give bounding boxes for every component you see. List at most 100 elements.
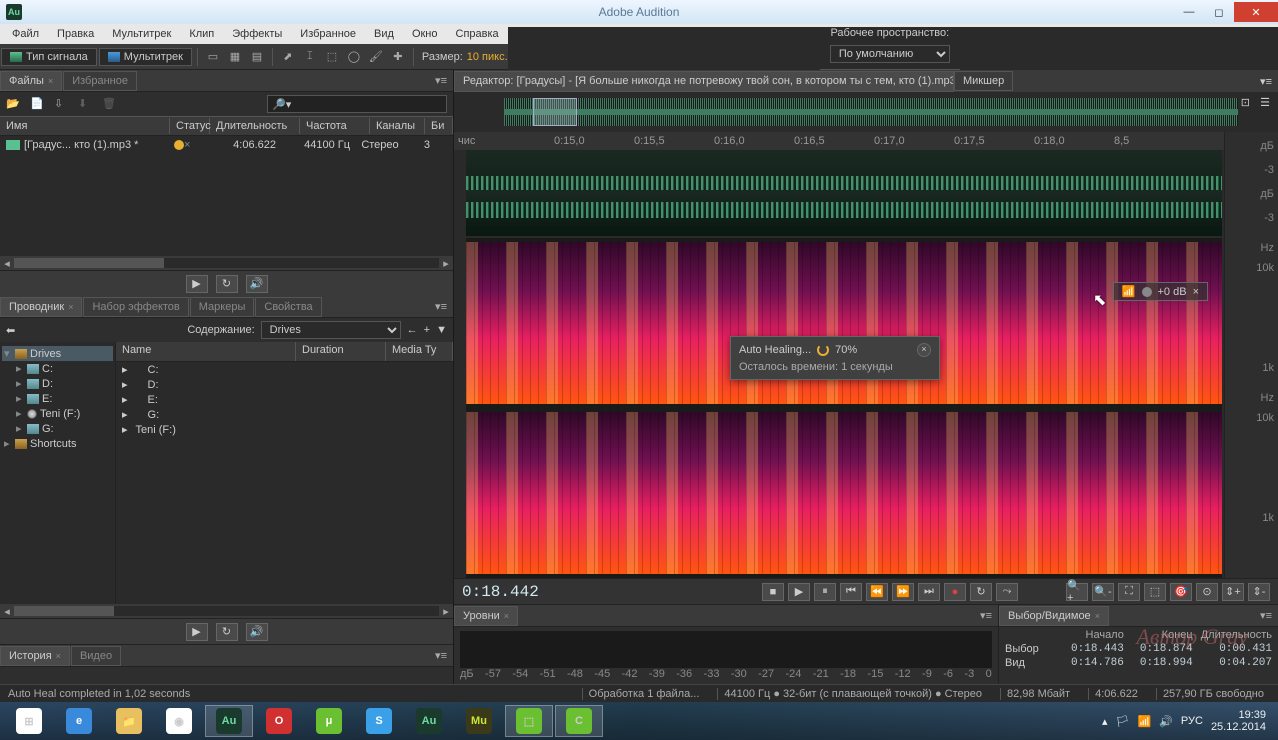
gain-knob-icon[interactable] xyxy=(1142,287,1152,297)
spectrogram[interactable] xyxy=(466,238,1222,578)
preview-loop-button[interactable]: ↻ xyxy=(216,623,238,641)
taskbar-audition2[interactable]: Au xyxy=(405,705,453,737)
skip-selection-button[interactable]: ⤳ xyxy=(996,583,1018,601)
zoom-full-button[interactable]: ⛶ xyxy=(1118,583,1140,601)
tray-up-icon[interactable]: ▴ xyxy=(1102,715,1108,728)
list-col-media[interactable]: Media Ty xyxy=(386,342,453,361)
sel-start[interactable]: 0:18.443 xyxy=(1063,643,1124,655)
workspace-select[interactable]: По умолчанию xyxy=(830,45,950,63)
tray-network-icon[interactable]: 📶 xyxy=(1138,715,1152,728)
tab-mixer[interactable]: Микшер xyxy=(954,71,1013,91)
list-item[interactable]: ▸Teni (F:) xyxy=(116,422,453,437)
sel-dur[interactable]: 0:00.431 xyxy=(1201,643,1272,655)
close-icon[interactable]: × xyxy=(48,76,53,86)
waveform-mode-button[interactable]: Тип сигнала xyxy=(1,48,97,66)
forward-button[interactable]: ⏩ xyxy=(892,583,914,601)
menu-help[interactable]: Справка xyxy=(448,26,507,42)
menu-effects[interactable]: Эффекты xyxy=(224,26,290,42)
spectrogram-right[interactable] xyxy=(466,412,1222,574)
menu-edit[interactable]: Правка xyxy=(49,26,102,42)
overview-waveform[interactable]: ☰ ⊡ xyxy=(454,92,1278,132)
marquee-tool-icon[interactable]: ⬚ xyxy=(321,47,343,67)
tree-drive-c[interactable]: ▸C: xyxy=(2,361,113,376)
preview-play-button[interactable]: ▶ xyxy=(186,623,208,641)
tree-drive-d[interactable]: ▸D: xyxy=(2,376,113,391)
taskbar-ie[interactable]: e xyxy=(55,705,103,737)
stop-button[interactable]: ■ xyxy=(762,583,784,601)
taskbar-audition[interactable]: Au xyxy=(205,705,253,737)
file-row[interactable]: [Градус... кто (1).mp3 * × 4:06.622 4410… xyxy=(0,136,453,154)
open-file-icon[interactable]: 📂 xyxy=(6,97,22,111)
tree-shortcuts[interactable]: ▸Shortcuts xyxy=(2,436,113,451)
col-channels[interactable]: Каналы xyxy=(370,118,425,134)
close-button[interactable]: ✕ xyxy=(1234,2,1278,22)
pause-button[interactable]: ⏸ xyxy=(814,583,836,601)
menu-multitrack[interactable]: Мультитрек xyxy=(104,26,179,42)
tree-drive-f[interactable]: ▸Teni (F:) xyxy=(2,406,113,421)
toggle-spectral-button[interactable]: ▦ xyxy=(224,47,246,67)
taskbar-opera[interactable]: O xyxy=(255,705,303,737)
zoom-out-point-button[interactable]: ⊙ xyxy=(1196,583,1218,601)
list-item[interactable]: ▸G: xyxy=(116,407,453,422)
fwd-icon[interactable]: + xyxy=(424,324,430,336)
taskbar-chrome[interactable]: ◉ xyxy=(155,705,203,737)
insert-icon[interactable]: ⬇ xyxy=(78,97,94,111)
tab-history[interactable]: История× xyxy=(0,646,70,666)
tab-properties[interactable]: Свойства xyxy=(255,297,321,317)
move-tool-icon[interactable]: ⬈ xyxy=(277,47,299,67)
lasso-tool-icon[interactable]: ◯ xyxy=(343,47,365,67)
brush-size-value[interactable]: 10 пикс. xyxy=(467,51,508,63)
import-icon[interactable]: ⇩ xyxy=(54,97,70,111)
go-end-button[interactable]: ⏭ xyxy=(918,583,940,601)
files-hscroll[interactable]: ◂ ▸ xyxy=(0,256,453,270)
view-end[interactable]: 0:18.994 xyxy=(1132,657,1193,669)
sel-end[interactable]: 0:18.874 xyxy=(1132,643,1193,655)
tree-drives[interactable]: ▾Drives xyxy=(2,346,113,361)
zoom-out-vert-button[interactable]: ⇕- xyxy=(1248,583,1270,601)
zoom-selection-button[interactable]: ⬚ xyxy=(1144,583,1166,601)
menu-file[interactable]: Файл xyxy=(4,26,47,42)
cancel-button[interactable]: × xyxy=(917,343,931,357)
tab-selection[interactable]: Выбор/Видимое× xyxy=(999,606,1109,626)
col-name[interactable]: Имя xyxy=(0,118,170,134)
panel-menu-icon[interactable]: ▾≡ xyxy=(429,647,453,664)
browser-hscroll[interactable]: ◂▸ xyxy=(0,604,453,618)
panel-menu-icon[interactable]: ▾≡ xyxy=(974,607,998,624)
files-search-input[interactable]: 🔎▾ xyxy=(267,95,447,113)
back-icon[interactable]: ← xyxy=(407,324,418,336)
go-start-button[interactable]: ⏮ xyxy=(840,583,862,601)
content-select[interactable]: Drives xyxy=(261,321,401,339)
close-icon[interactable]: × xyxy=(1193,286,1199,298)
heal-tool-icon[interactable]: ✚ xyxy=(387,47,409,67)
zoom-in-vert-button[interactable]: ⇕+ xyxy=(1222,583,1244,601)
panel-menu-icon[interactable]: ▾≡ xyxy=(429,298,453,315)
preview-autoplay-button[interactable]: 🔊 xyxy=(246,623,268,641)
preview-play-button[interactable]: ▶ xyxy=(186,275,208,293)
play-button[interactable]: ▶ xyxy=(788,583,810,601)
view-dur[interactable]: 0:04.207 xyxy=(1201,657,1272,669)
col-duration[interactable]: Длительность xyxy=(210,118,300,134)
db-overlay[interactable]: 📶 +0 dB × xyxy=(1113,282,1208,301)
minimize-button[interactable]: — xyxy=(1174,2,1204,22)
brush-tool-icon[interactable]: 🖌 xyxy=(365,47,387,67)
toggle-top-button[interactable]: ▭ xyxy=(202,47,224,67)
tree-drive-e[interactable]: ▸E: xyxy=(2,391,113,406)
maximize-button[interactable]: ◻ xyxy=(1204,2,1234,22)
tree-drive-g[interactable]: ▸G: xyxy=(2,421,113,436)
tab-editor[interactable]: Редактор: [Градусы] - [Я больше никогда … xyxy=(454,71,954,92)
list-item[interactable]: ▸C: xyxy=(116,362,453,377)
start-button[interactable]: ⊞ xyxy=(5,705,53,737)
rewind-button[interactable]: ⏪ xyxy=(866,583,888,601)
list-col-name[interactable]: Name xyxy=(116,342,296,361)
col-bits[interactable]: Би xyxy=(425,118,453,134)
tray-volume-icon[interactable]: 🔊 xyxy=(1159,715,1173,728)
list-item[interactable]: ▸E: xyxy=(116,392,453,407)
menu-view[interactable]: Вид xyxy=(366,26,402,42)
multitrack-mode-button[interactable]: Мультитрек xyxy=(99,48,192,66)
zoom-toggle-icon[interactable]: ⊡ xyxy=(1241,96,1250,109)
taskbar-explorer[interactable]: 📁 xyxy=(105,705,153,737)
tab-browser[interactable]: Проводник× xyxy=(0,297,82,317)
scroll-right-icon[interactable]: ▸ xyxy=(439,257,453,270)
menu-favorites[interactable]: Избранное xyxy=(292,26,364,42)
record-button[interactable]: ● xyxy=(944,583,966,601)
